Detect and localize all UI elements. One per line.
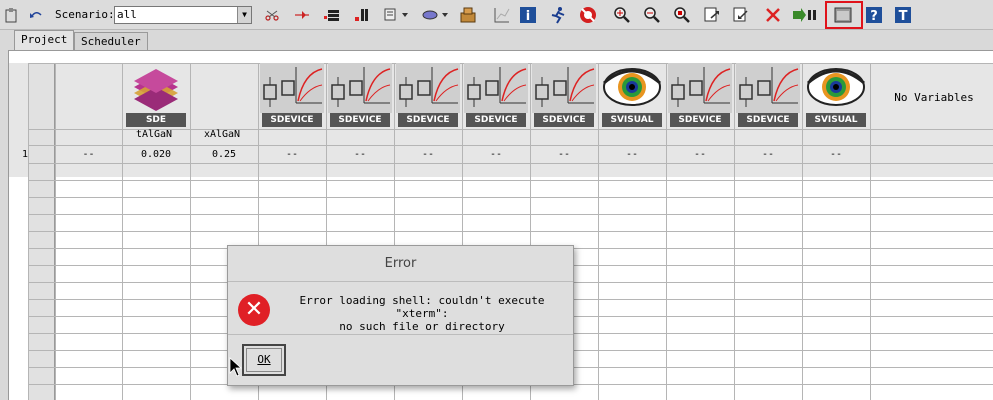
table-cell[interactable]: -- [530, 149, 598, 160]
table-cell[interactable]: -- [394, 149, 462, 160]
prune-icon[interactable] [763, 5, 783, 25]
info-icon[interactable]: i [518, 5, 538, 25]
grid-row-line [28, 163, 993, 164]
view-menu-icon[interactable] [382, 5, 416, 25]
ok-button-label: OK [246, 348, 282, 372]
row-number[interactable]: 1 [0, 149, 55, 160]
table-cell[interactable]: -- [258, 149, 326, 160]
help-icon[interactable]: ? [864, 5, 884, 25]
toolbar: Scenario: all ▼ i ? T [0, 0, 993, 30]
svg-text:?: ? [870, 9, 878, 24]
clipboard-icon[interactable] [1, 5, 21, 25]
terminal-highlight-box [825, 1, 863, 29]
package-icon[interactable] [458, 5, 478, 25]
tool-label: SDEVICE [262, 113, 322, 127]
dialog-divider [228, 334, 573, 335]
grid-row-line [28, 214, 993, 215]
text-icon[interactable]: T [893, 5, 913, 25]
chevron-down-icon[interactable]: ▼ [237, 7, 251, 23]
stop-icon[interactable] [578, 5, 598, 25]
sdevice-tool-icon[interactable]: SDEVICE [464, 63, 528, 127]
tool-label: SVISUAL [602, 113, 662, 127]
table-cell[interactable]: 0.020 [122, 149, 190, 160]
tab-scheduler[interactable]: Scheduler [74, 32, 148, 50]
sdevice-tool-icon[interactable]: SDEVICE [396, 63, 460, 127]
add-column-icon[interactable] [352, 5, 372, 25]
svg-text:i: i [526, 9, 530, 24]
zoom-fit-icon[interactable] [672, 5, 692, 25]
tool-label: SDEVICE [398, 113, 458, 127]
sdevice-tool-icon[interactable]: SDEVICE [260, 63, 324, 127]
table-cell[interactable]: -- [326, 149, 394, 160]
tool-label: SDEVICE [330, 113, 390, 127]
no-variables-label: No Variables [894, 91, 974, 104]
run-icon[interactable] [548, 5, 568, 25]
zoom-in-icon[interactable] [612, 5, 632, 25]
scenario-select[interactable]: all ▼ [114, 6, 252, 24]
grid-row-line [28, 180, 993, 181]
table-cell[interactable]: -- [802, 149, 870, 160]
sdevice-tool-icon[interactable]: SDEVICE [328, 63, 392, 127]
sdevice-tool-icon[interactable]: SDEVICE [736, 63, 800, 127]
scenario-label: Scenario: [55, 8, 115, 21]
table-cell[interactable]: 0.25 [190, 149, 258, 160]
grid-row-line [28, 231, 993, 232]
add-row-icon[interactable] [322, 5, 342, 25]
parameter-header[interactable]: xAlGaN [189, 129, 255, 140]
paste-icon[interactable] [292, 5, 312, 25]
undo-icon[interactable] [26, 5, 46, 25]
tool-label: SDEVICE [738, 113, 798, 127]
tool-label: SDEVICE [534, 113, 594, 127]
import-icon[interactable] [731, 5, 751, 25]
tab-project[interactable]: Project [14, 30, 75, 50]
error-icon: ✕ [238, 294, 270, 326]
tool-label: SDEVICE [466, 113, 526, 127]
table-cell[interactable]: -- [666, 149, 734, 160]
dialog-title: Error [228, 246, 573, 282]
tool-label: SVISUAL [806, 113, 866, 127]
parameter-header[interactable]: tAlGaN [121, 129, 187, 140]
sdevice-tool-icon[interactable]: SDEVICE [532, 63, 596, 127]
filter-menu-icon[interactable] [420, 5, 454, 25]
tool-label: SDE [126, 113, 186, 127]
table-cell[interactable]: -- [462, 149, 530, 160]
sdevice-tool-icon[interactable]: SDEVICE [668, 63, 732, 127]
error-message: Error loading shell: couldn't execute "x… [299, 294, 545, 333]
cut-icon[interactable] [262, 5, 282, 25]
mouse-cursor-icon [229, 357, 243, 377]
svg-text:T: T [899, 9, 908, 24]
error-dialog: Error ✕ Error loading shell: couldn't ex… [227, 245, 574, 386]
grid-row-line [28, 197, 993, 198]
scenario-value: all [117, 8, 137, 21]
preprocess-icon[interactable] [790, 5, 820, 25]
sde-tool-icon[interactable]: SDE [124, 63, 188, 127]
table-cell[interactable]: -- [55, 149, 122, 160]
tool-label: SDEVICE [670, 113, 730, 127]
svisual-tool-icon[interactable]: SVISUAL [804, 63, 868, 127]
ok-button[interactable]: OK [242, 344, 286, 376]
table-cell[interactable]: -- [598, 149, 666, 160]
export-icon[interactable] [702, 5, 722, 25]
tab-bar: Project Scheduler [0, 30, 993, 50]
zoom-out-icon[interactable] [642, 5, 662, 25]
svisual-tool-icon[interactable]: SVISUAL [600, 63, 664, 127]
chart-icon[interactable] [492, 5, 512, 25]
grid-row-line [28, 145, 993, 146]
table-cell[interactable]: -- [734, 149, 802, 160]
